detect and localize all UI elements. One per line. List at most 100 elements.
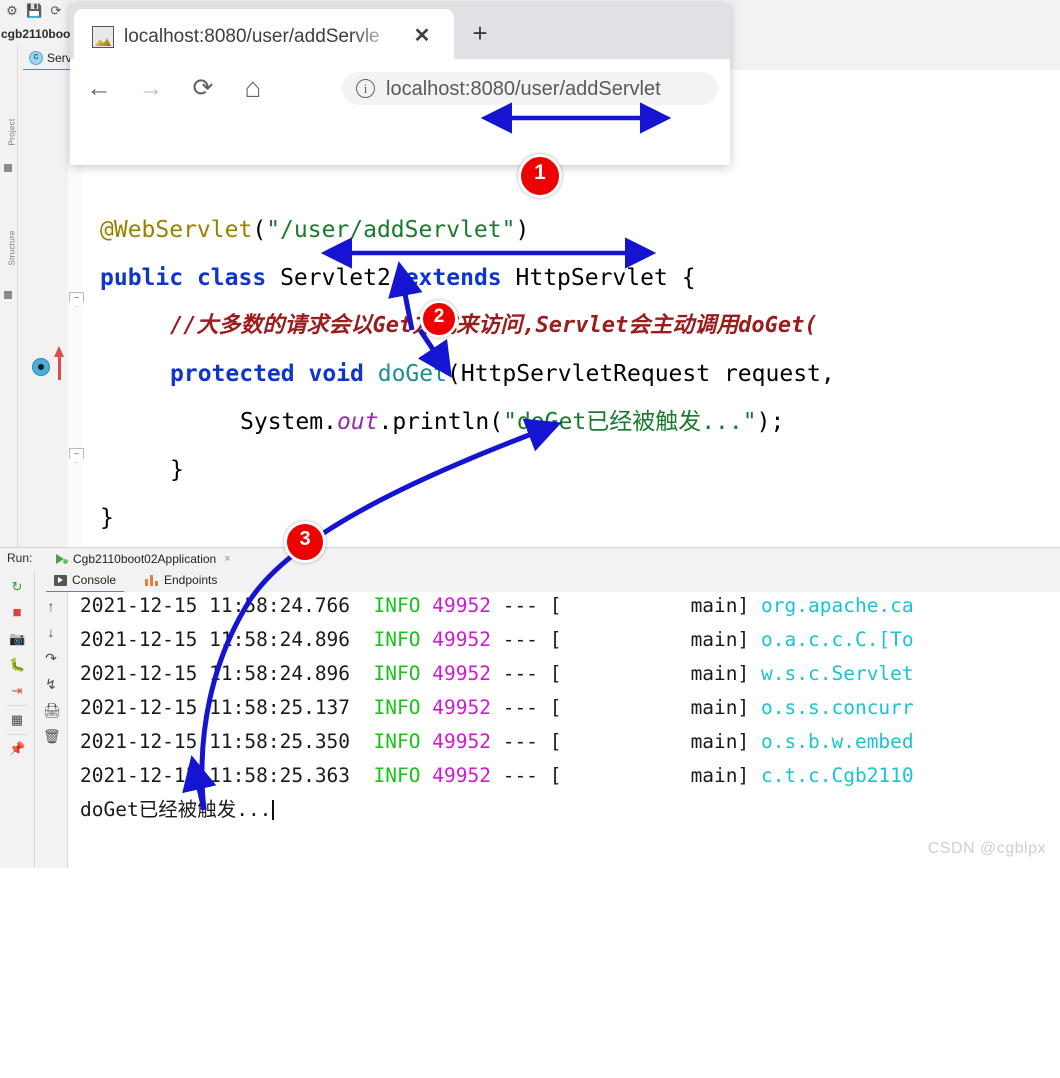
sync-icon[interactable]: ⟳ xyxy=(48,3,64,19)
log-date: 2021-12-15 xyxy=(80,662,198,685)
log-pid: 49952 xyxy=(432,628,491,651)
home-button[interactable]: ⌂ xyxy=(238,73,268,103)
exit-icon[interactable]: ⇥ xyxy=(9,683,25,699)
keyword-extends: extends xyxy=(404,265,502,291)
log-level: INFO xyxy=(373,662,421,685)
strip-marker-2-icon xyxy=(4,291,12,299)
log-level: INFO xyxy=(373,730,421,753)
tab-console-label: Console xyxy=(72,573,117,587)
code-line-method-decl: protected void doGet(HttpServletRequest … xyxy=(170,361,835,387)
reload-button[interactable]: ⟳ xyxy=(188,73,218,103)
tab-console[interactable]: Console xyxy=(46,569,125,593)
pin-icon[interactable]: 📌 xyxy=(9,741,25,757)
console-output[interactable]: 2021-12-15 11:58:24.766 INFO 49952 --- [… xyxy=(68,592,1060,868)
watermark: CSDN @cgblpx xyxy=(927,840,1046,857)
clear-all-icon[interactable]: 🗑 xyxy=(43,728,61,744)
log-thread: [ main] xyxy=(549,628,750,651)
camera-icon[interactable]: 📷 xyxy=(9,631,25,647)
new-tab-button[interactable]: + xyxy=(466,19,494,47)
console-output-text: doGet已经被触发... xyxy=(80,798,272,821)
sidebar-item-structure[interactable]: Structure xyxy=(8,186,17,265)
run-gutter-icon[interactable] xyxy=(32,358,52,378)
back-button[interactable]: ← xyxy=(84,73,114,103)
log-pid: 49952 xyxy=(432,594,491,617)
statement-end-token: ); xyxy=(756,409,785,435)
run-config-tab[interactable]: Cgb2110boot02Application × xyxy=(50,549,237,571)
code-line-println: System.out.println("doGet已经被触发..."); xyxy=(240,398,784,446)
log-sep: --- xyxy=(502,696,538,719)
sidebar-item-project[interactable]: Project xyxy=(8,66,17,146)
log-date: 2021-12-15 xyxy=(80,594,198,617)
soft-wrap-icon[interactable]: ↷ xyxy=(43,650,59,666)
strip-marker-icon xyxy=(4,164,12,172)
close-icon[interactable]: ✕ xyxy=(410,24,434,48)
console-output-line: doGet已经被触发... xyxy=(80,798,275,822)
java-class-icon: C xyxy=(29,51,43,65)
site-info-icon[interactable]: i xyxy=(356,79,375,98)
log-pid: 49952 xyxy=(432,662,491,685)
close-icon[interactable]: × xyxy=(224,553,230,565)
browser-window: localhost:8080/user/addServle ✕ + ← → ⟳ … xyxy=(70,3,730,165)
editor-gutter[interactable] xyxy=(18,70,69,550)
run-header: Run: Cgb2110boot02Application × xyxy=(0,547,1060,571)
scroll-up-icon[interactable]: ↑ xyxy=(43,598,59,614)
forward-button[interactable]: → xyxy=(136,73,166,103)
log-pid: 49952 xyxy=(432,696,491,719)
method-name-doget: doGet xyxy=(377,361,447,387)
stop-icon[interactable]: ■ xyxy=(9,605,25,621)
scroll-to-end-icon[interactable]: ↯ xyxy=(43,676,59,692)
debug-attach-icon[interactable]: 🐛 xyxy=(9,657,25,673)
scroll-down-icon[interactable]: ↓ xyxy=(43,624,59,640)
log-thread: [ main] xyxy=(549,696,750,719)
annotation-value: "/user/addServlet" xyxy=(266,217,516,243)
browser-nav-bar: ← → ⟳ ⌂ i localhost:8080/user/addServlet xyxy=(70,59,730,117)
console-line: 2021-12-15 11:58:24.766 INFO 49952 --- [… xyxy=(80,594,914,618)
code-line-close-method: } xyxy=(170,457,184,483)
rerun-icon[interactable]: ↻ xyxy=(9,579,25,595)
keyword-class: class xyxy=(196,265,267,291)
text-caret xyxy=(272,800,275,820)
tab-endpoints[interactable]: Endpoints xyxy=(137,569,225,591)
endpoints-icon xyxy=(145,574,159,586)
log-logger: org.apache.ca xyxy=(761,594,914,617)
address-bar[interactable]: i localhost:8080/user/addServlet xyxy=(342,72,718,105)
log-thread: [ main] xyxy=(549,594,750,617)
log-logger: o.s.s.concurr xyxy=(761,696,914,719)
log-level: INFO xyxy=(373,764,421,787)
code-line-class-decl: public class Servlet2 extends HttpServle… xyxy=(100,265,696,291)
save-icon[interactable]: 💾 xyxy=(26,3,42,19)
log-thread: [ main] xyxy=(549,764,750,787)
log-date: 2021-12-15 xyxy=(80,764,198,787)
run-label: Run: xyxy=(7,551,33,565)
log-sep: --- xyxy=(502,764,538,787)
log-logger: c.t.c.Cgb2110 xyxy=(761,764,914,787)
log-pid: 49952 xyxy=(432,764,491,787)
log-logger: o.a.c.c.C.[To xyxy=(761,628,914,651)
println-call-token: .println( xyxy=(378,409,504,435)
system-token: System. xyxy=(240,409,337,435)
build-icon[interactable]: ⚙ xyxy=(4,3,20,19)
run-sub-tabbar: Console Endpoints xyxy=(34,569,1060,593)
param-name: request, xyxy=(723,361,835,387)
code-line-comment: //大多数的请求会以Get方式来访问,Servlet会主动调用doGet( xyxy=(170,313,818,338)
log-date: 2021-12-15 xyxy=(80,730,198,753)
log-sep: --- xyxy=(502,594,538,617)
layout-icon[interactable]: ▦ xyxy=(9,712,25,728)
browser-tab[interactable]: localhost:8080/user/addServle ✕ xyxy=(74,9,454,59)
log-date: 2021-12-15 xyxy=(80,696,198,719)
browser-viewport xyxy=(70,117,730,165)
print-icon[interactable]: 🖨 xyxy=(43,702,61,718)
code-line-annotation: @WebServlet("/user/addServlet") xyxy=(100,217,530,243)
log-date: 2021-12-15 xyxy=(80,628,198,651)
super-class-name: HttpServlet xyxy=(515,265,668,291)
log-sep: --- xyxy=(502,730,538,753)
annotation-name: @WebServlet xyxy=(100,217,253,243)
log-time: 11:58:25.350 xyxy=(209,730,351,753)
keyword-public: public xyxy=(100,265,184,291)
log-pid: 49952 xyxy=(432,730,491,753)
log-thread: [ main] xyxy=(549,730,750,753)
tab-endpoints-label: Endpoints xyxy=(164,573,218,587)
run-toolbar: ↻ ■ 📷 🐛 ⇥ ▦ 📌 xyxy=(0,569,35,868)
out-field-token: out xyxy=(336,409,379,435)
browser-tab-strip: localhost:8080/user/addServle ✕ + xyxy=(70,3,730,59)
